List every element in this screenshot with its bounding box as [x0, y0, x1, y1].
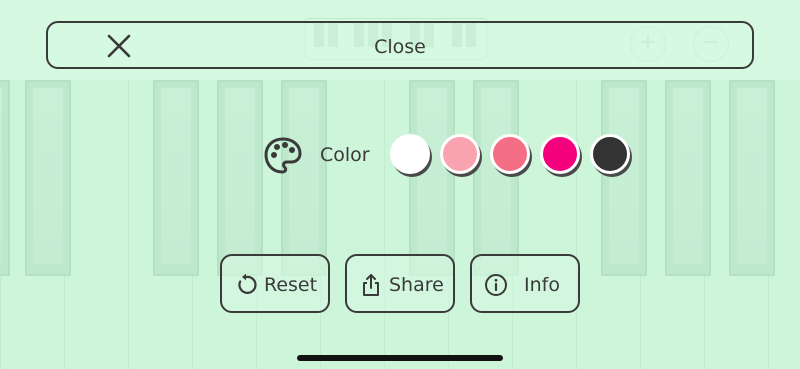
close-button[interactable]: Close: [46, 21, 754, 69]
white-key: [320, 80, 384, 369]
black-key: [665, 80, 711, 276]
black-key: [601, 80, 647, 276]
color-swatch-pink[interactable]: [490, 134, 530, 174]
share-button[interactable]: Share: [345, 254, 455, 313]
black-key: [409, 80, 455, 276]
black-key: [0, 80, 10, 276]
black-key: [473, 80, 519, 276]
black-key: [153, 80, 199, 276]
reset-icon: [238, 273, 257, 294]
color-label: Color: [320, 144, 370, 166]
info-icon: [485, 274, 507, 296]
reset-label: Reset: [264, 274, 318, 296]
color-swatch-light-pink[interactable]: [440, 134, 480, 174]
black-key: [217, 80, 263, 276]
color-swatch-magenta[interactable]: [540, 134, 580, 174]
black-key: [729, 80, 775, 276]
share-label: Share: [389, 274, 444, 296]
white-key: [64, 80, 128, 369]
color-swatch-dark-gray[interactable]: [590, 134, 630, 174]
reset-button[interactable]: Reset: [220, 254, 330, 313]
color-swatch-white[interactable]: [390, 134, 430, 174]
close-label: Close: [374, 36, 426, 58]
black-key: [25, 80, 71, 276]
share-icon: [363, 274, 379, 296]
black-key: [281, 80, 327, 276]
home-indicator[interactable]: [297, 355, 503, 361]
white-key: [512, 80, 576, 369]
info-label: Info: [524, 274, 560, 296]
palette-icon: [264, 137, 302, 174]
info-button[interactable]: Info: [470, 254, 580, 313]
